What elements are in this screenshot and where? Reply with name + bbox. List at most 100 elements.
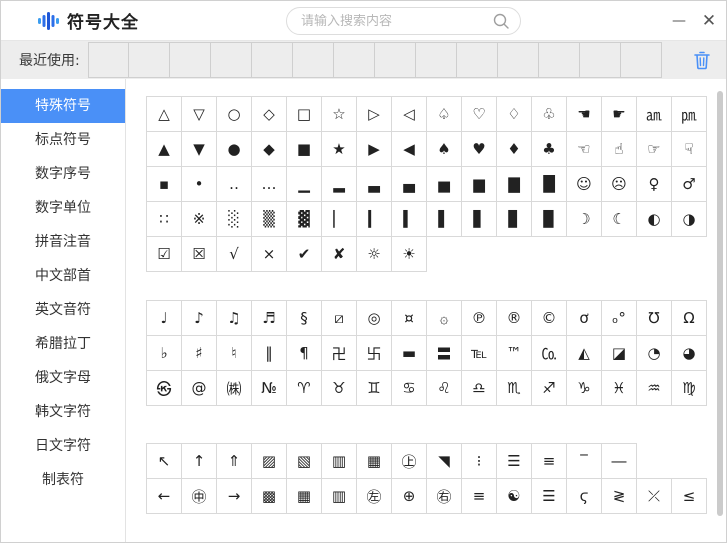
symbol-cell[interactable]: ♬ (252, 301, 287, 336)
symbol-cell[interactable]: ☝ (602, 132, 637, 167)
symbol-cell[interactable]: □ (287, 97, 322, 132)
symbol-cell[interactable]: ㊧ (357, 479, 392, 514)
symbol-cell[interactable]: ▃ (357, 167, 392, 202)
symbol-cell[interactable]: ↖ (147, 444, 182, 479)
symbol-cell[interactable]: @ (182, 371, 217, 406)
symbol-cell[interactable]: ▂ (322, 167, 357, 202)
symbol-cell[interactable]: ▇ (497, 167, 532, 202)
symbol-cell[interactable]: ♫ (217, 301, 252, 336)
symbol-cell[interactable]: ♓ (602, 371, 637, 406)
symbol-cell[interactable]: ▬ (392, 336, 427, 371)
symbol-cell[interactable]: ※ (182, 202, 217, 237)
symbol-cell[interactable]: ☟ (672, 132, 707, 167)
symbol-cell[interactable]: ♦ (497, 132, 532, 167)
recent-slot[interactable] (170, 42, 211, 78)
symbol-cell[interactable]: ▎ (357, 202, 392, 237)
symbol-cell[interactable]: ≷ (602, 479, 637, 514)
sidebar-item-russian[interactable]: 俄文字母 (1, 361, 125, 395)
symbol-cell[interactable]: ☽ (567, 202, 602, 237)
symbol-cell[interactable]: ♥ (462, 132, 497, 167)
symbol-cell[interactable]: ◇ (252, 97, 287, 132)
symbol-cell[interactable]: ☹ (602, 167, 637, 202)
symbol-cell[interactable]: ® (497, 301, 532, 336)
symbol-cell[interactable]: ♧ (532, 97, 567, 132)
symbol-cell[interactable]: ™ (497, 336, 532, 371)
symbol-cell[interactable]: © (532, 301, 567, 336)
symbol-cell[interactable]: … (252, 167, 287, 202)
symbol-cell[interactable]: ۞ (427, 301, 462, 336)
symbol-cell[interactable]: ☆ (322, 97, 357, 132)
symbol-cell[interactable]: ℡ (462, 336, 497, 371)
symbol-cell[interactable]: ◐ (637, 202, 672, 237)
symbol-cell[interactable]: ☰ (497, 444, 532, 479)
symbol-cell[interactable]: ✘ (322, 237, 357, 272)
sidebar-item-korean[interactable]: 韩文字符 (1, 395, 125, 429)
recent-slot[interactable] (334, 42, 375, 78)
symbol-cell[interactable]: ▏ (322, 202, 357, 237)
symbol-cell[interactable]: ℗ (462, 301, 497, 336)
symbol-cell[interactable]: 〓 (427, 336, 462, 371)
symbol-cell[interactable]: ◪ (602, 336, 637, 371)
symbol-cell[interactable]: 卍 (322, 336, 357, 371)
symbol-cell[interactable]: 卐 (357, 336, 392, 371)
symbol-cell[interactable]: ▥ (322, 444, 357, 479)
symbol-cell[interactable]: ♑ (567, 371, 602, 406)
symbol-cell[interactable]: ░ (217, 202, 252, 237)
search-icon[interactable] (492, 12, 510, 30)
symbol-cell[interactable]: ☾ (602, 202, 637, 237)
symbol-cell[interactable]: ● (217, 132, 252, 167)
symbol-cell[interactable]: ☜ (567, 132, 602, 167)
symbol-cell[interactable]: ㊥ (182, 479, 217, 514)
symbol-cell[interactable]: Ω (672, 301, 707, 336)
recent-slot[interactable] (621, 42, 662, 78)
symbol-cell[interactable]: ⁝ (462, 444, 497, 479)
symbol-cell[interactable]: ▩ (252, 479, 287, 514)
symbol-cell[interactable]: ⤫ (637, 479, 672, 514)
symbol-cell[interactable]: ☚ (567, 97, 602, 132)
symbol-cell[interactable]: ㏂ (637, 97, 672, 132)
symbol-cell[interactable]: ▧ (287, 444, 322, 479)
symbol-cell[interactable]: ♠ (427, 132, 462, 167)
symbol-cell[interactable]: ★ (322, 132, 357, 167)
symbol-cell[interactable]: ≡ (462, 479, 497, 514)
symbol-cell[interactable]: ◁ (392, 97, 427, 132)
recent-slot[interactable] (539, 42, 580, 78)
sidebar-item-punctuation[interactable]: 标点符号 (1, 123, 125, 157)
symbol-cell[interactable]: ◥ (427, 444, 462, 479)
symbol-cell[interactable]: ♡ (462, 97, 497, 132)
symbol-cell[interactable]: ▌ (427, 202, 462, 237)
symbol-cell[interactable]: ☺ (567, 167, 602, 202)
search-input[interactable] (301, 14, 492, 29)
symbol-cell[interactable]: ☰ (532, 479, 567, 514)
symbol-cell[interactable]: ♤ (427, 97, 462, 132)
symbol-cell[interactable]: ⧄ (322, 301, 357, 336)
symbol-cell[interactable]: ㉿ (147, 371, 182, 406)
symbol-cell[interactable]: ↑ (182, 444, 217, 479)
symbol-cell[interactable]: ℧ (637, 301, 672, 336)
trash-icon[interactable] (692, 50, 712, 70)
symbol-cell[interactable]: ♯ (182, 336, 217, 371)
symbol-cell[interactable]: → (217, 479, 252, 514)
symbol-cell[interactable]: ♂ (672, 167, 707, 202)
symbol-cell[interactable]: √ (217, 237, 252, 272)
close-button[interactable]: ✕ (696, 1, 722, 41)
symbol-cell[interactable]: ■ (287, 132, 322, 167)
sidebar-item-greek-latin[interactable]: 希腊拉丁 (1, 327, 125, 361)
symbol-cell[interactable]: ☯ (497, 479, 532, 514)
sidebar-item-radicals[interactable]: 中文部首 (1, 259, 125, 293)
symbol-cell[interactable]: █ (532, 167, 567, 202)
symbol-cell[interactable]: ◀ (392, 132, 427, 167)
recent-slot[interactable] (211, 42, 252, 78)
symbol-cell[interactable]: ㏇ (532, 336, 567, 371)
symbol-cell[interactable]: ≤ (672, 479, 707, 514)
symbol-cell[interactable]: ♈ (287, 371, 322, 406)
sidebar-item-japanese[interactable]: 日文字符 (1, 429, 125, 463)
recent-slot[interactable] (88, 42, 129, 78)
recent-slot[interactable] (293, 42, 334, 78)
symbol-cell[interactable]: ‾ (567, 444, 602, 479)
symbol-cell[interactable]: ▁ (287, 167, 322, 202)
search-box[interactable] (286, 7, 521, 35)
symbol-cell[interactable]: ◎ (357, 301, 392, 336)
symbol-cell[interactable]: ‥ (217, 167, 252, 202)
symbol-cell[interactable]: ㏘ (672, 97, 707, 132)
